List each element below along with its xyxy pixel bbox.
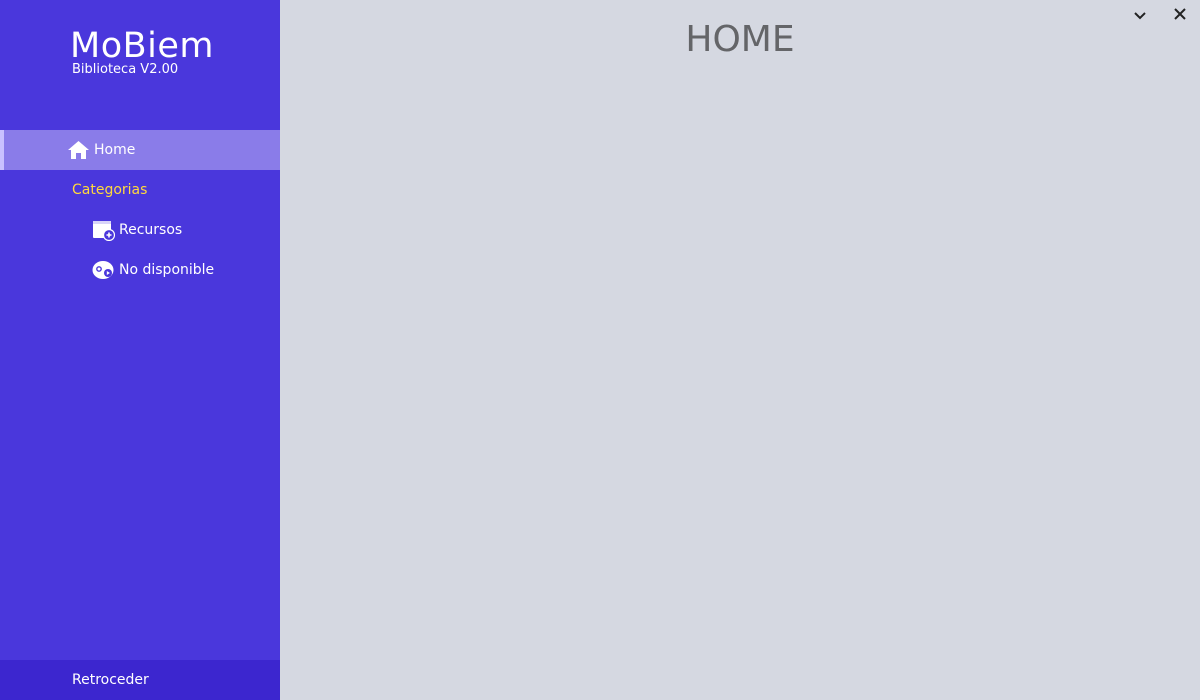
sidebar-item-label: Recursos: [119, 222, 183, 238]
sidebar-item-home[interactable]: Home: [0, 130, 280, 170]
unavailable-icon: [92, 259, 115, 282]
app-window: MoBiem Biblioteca V2.00 Home Categorias: [0, 0, 1200, 700]
chevron-down-icon: [1133, 6, 1147, 25]
sidebar-item-no-disponible[interactable]: No disponible: [0, 250, 280, 290]
sidebar-item-label: Home: [94, 142, 136, 158]
sidebar-item-label: No disponible: [119, 262, 215, 278]
back-button-label: Retroceder: [72, 672, 149, 688]
sidebar-item-recursos[interactable]: Recursos: [0, 210, 280, 250]
main-content: HOME: [280, 0, 1200, 700]
back-button[interactable]: Retroceder: [0, 660, 280, 700]
sidebar: MoBiem Biblioteca V2.00 Home Categorias: [0, 0, 280, 700]
home-icon: [67, 139, 90, 162]
close-button[interactable]: [1170, 5, 1190, 25]
folder-add-icon: [92, 219, 115, 242]
page-title: HOME: [685, 19, 795, 60]
minimize-button[interactable]: [1130, 5, 1150, 25]
sidebar-item-categorias[interactable]: Categorias: [0, 170, 280, 210]
close-icon: [1173, 6, 1187, 25]
app-version: Biblioteca V2.00: [72, 62, 179, 77]
sidebar-item-label: Categorias: [72, 182, 148, 198]
